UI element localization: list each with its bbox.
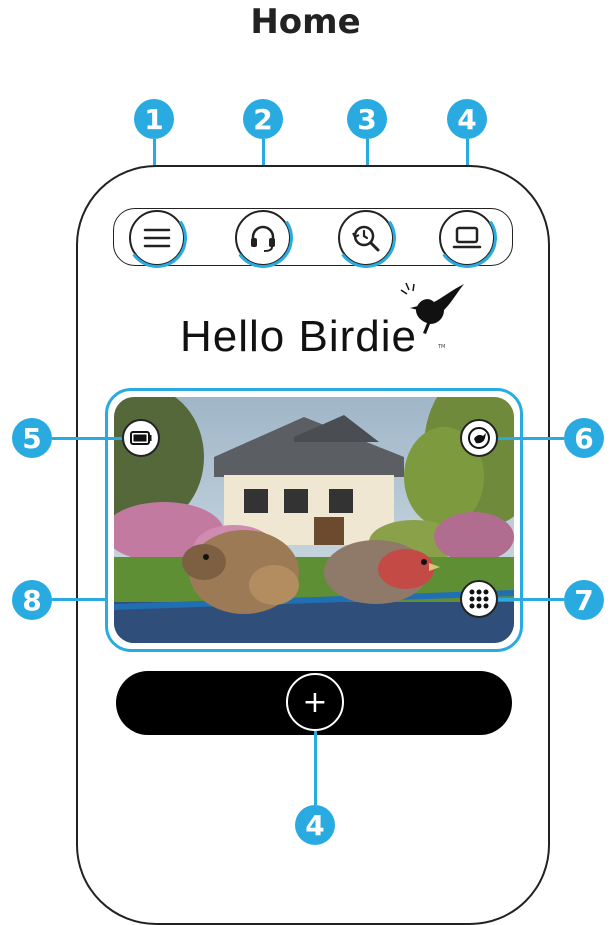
more-options-button[interactable] [460,580,498,618]
leader-line-8 [52,598,107,601]
callout-badge-8: 8 [12,580,52,620]
callout-badge-2: 2 [243,99,283,139]
leader-line-4-bottom [314,731,317,805]
callout-badge-1: 1 [134,99,174,139]
live-camera-feed[interactable] [114,397,514,643]
callout-badge-4-bottom: 4 [295,805,335,845]
leader-line-6 [498,437,564,440]
bird-capture-icon [468,427,490,449]
battery-icon [130,431,152,445]
callout-badge-7: 7 [564,580,604,620]
page-title: Home [250,2,361,42]
grid-menu-icon [469,589,489,609]
bird-logo-icon [400,282,464,334]
app-logo-text: Hello Birdie [180,312,417,361]
leader-line-5 [52,437,122,440]
support-button[interactable] [228,203,298,273]
battery-status-button[interactable] [122,419,160,457]
callout-badge-6: 6 [564,418,604,458]
callout-badge-4-top: 4 [447,99,487,139]
devices-button[interactable] [432,203,502,273]
trademark-mark: TM [438,344,446,350]
add-button[interactable]: + [286,673,344,731]
callout-badge-5: 5 [12,418,52,458]
leader-line-7 [498,598,564,601]
capture-button[interactable] [460,419,498,457]
bird-feeder-image [114,397,514,643]
menu-button[interactable] [122,203,192,273]
callout-badge-3: 3 [347,99,387,139]
history-button[interactable] [331,203,401,273]
